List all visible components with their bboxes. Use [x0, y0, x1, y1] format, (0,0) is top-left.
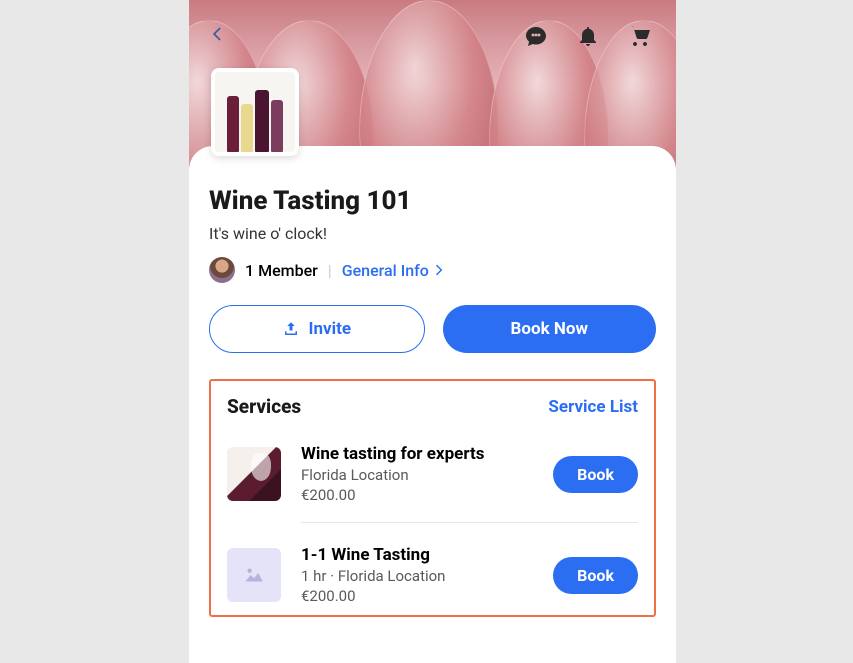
content-card: Wine Tasting 101 It's wine o' clock! 1 M… — [189, 146, 676, 617]
member-avatar — [209, 257, 235, 283]
services-section: Services Service List Wine tasting for e… — [209, 379, 656, 617]
services-heading: Services — [227, 395, 301, 418]
service-name: Wine tasting for experts — [301, 444, 533, 464]
general-info-label: General Info — [342, 261, 429, 280]
general-info-link[interactable]: General Info — [342, 261, 447, 280]
action-buttons: Invite Book Now — [209, 305, 656, 379]
back-button[interactable] — [207, 24, 227, 48]
image-placeholder-icon — [241, 562, 267, 588]
share-icon — [282, 320, 300, 338]
chevron-right-icon — [431, 262, 447, 278]
bell-icon[interactable] — [576, 24, 600, 52]
tagline: It's wine o' clock! — [209, 224, 656, 243]
chat-icon[interactable] — [524, 24, 548, 52]
header-actions — [524, 24, 652, 52]
book-button[interactable]: Book — [553, 557, 638, 594]
service-name: 1-1 Wine Tasting — [301, 545, 533, 565]
service-price: €200.00 — [301, 587, 533, 605]
app-screen: Wine Tasting 101 It's wine o' clock! 1 M… — [189, 0, 676, 663]
invite-label: Invite — [308, 319, 351, 339]
member-row: 1 Member | General Info — [209, 257, 656, 283]
services-header: Services Service List — [227, 395, 638, 418]
member-count: 1 Member — [245, 261, 318, 280]
book-now-label: Book Now — [511, 319, 588, 339]
book-button[interactable]: Book — [553, 456, 638, 493]
book-now-button[interactable]: Book Now — [443, 305, 657, 353]
page-title: Wine Tasting 101 — [209, 186, 656, 216]
service-info: Wine tasting for experts Florida Locatio… — [301, 444, 533, 504]
cart-icon[interactable] — [628, 24, 652, 52]
service-thumbnail-placeholder — [227, 548, 281, 602]
service-item: 1-1 Wine Tasting 1 hr · Florida Location… — [301, 522, 638, 605]
service-list-link[interactable]: Service List — [548, 397, 638, 417]
invite-button[interactable]: Invite — [209, 305, 425, 353]
service-price: €200.00 — [301, 486, 533, 504]
service-thumbnail — [227, 447, 281, 501]
service-info: 1-1 Wine Tasting 1 hr · Florida Location… — [301, 545, 533, 605]
group-avatar — [211, 68, 299, 156]
service-meta: 1 hr · Florida Location — [301, 567, 533, 585]
service-item: Wine tasting for experts Florida Locatio… — [227, 444, 638, 522]
service-meta: Florida Location — [301, 466, 533, 484]
divider: | — [328, 261, 332, 280]
